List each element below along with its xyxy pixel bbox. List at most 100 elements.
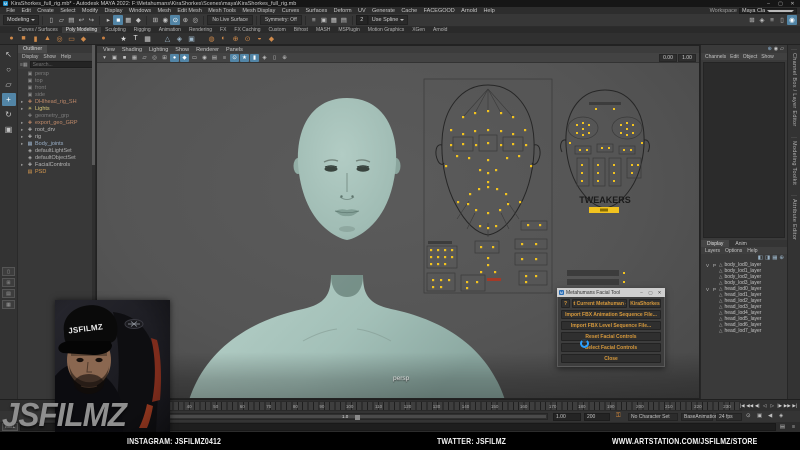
outliner-tab[interactable]: Outliner	[18, 45, 48, 53]
range-handle[interactable]	[355, 415, 360, 420]
sweep-mesh-icon[interactable]: ★	[118, 33, 129, 44]
set-current-metahuman-button[interactable]: Set Current Metahuman -->	[572, 299, 627, 308]
vp-shadows-icon[interactable]: ▤	[210, 54, 219, 62]
layer-menu-item[interactable]: Help	[747, 248, 757, 254]
select-facial-controls-button[interactable]: Select Facial Controls	[561, 343, 661, 352]
open-scene-icon[interactable]: ▱	[56, 15, 66, 25]
outliner-item[interactable]: ◈ defaultObjectSet	[18, 154, 95, 161]
layer-new-icon[interactable]: ▦	[772, 255, 777, 261]
separate-icon[interactable]: ⊙	[242, 33, 253, 44]
maximize-button[interactable]: ▢	[776, 1, 785, 7]
snap-curve-icon[interactable]: ◉	[160, 15, 170, 25]
step-fwd-key-button[interactable]: |▶	[777, 401, 784, 411]
character-set-dropdown[interactable]: No Character Set	[628, 412, 678, 421]
layer-visibility-toggle[interactable]: V	[705, 263, 710, 268]
render-view-icon[interactable]: ▣	[319, 15, 329, 25]
dialog-close-icon[interactable]: ✕	[656, 290, 663, 296]
svg-tool-icon[interactable]: ▦	[142, 33, 153, 44]
outliner-item[interactable]: ✚ geometry_grp	[18, 112, 95, 119]
expand-icon[interactable]: ▸	[21, 141, 25, 147]
select-component-icon[interactable]: ▦	[123, 15, 133, 25]
menu-item[interactable]: Curves	[279, 8, 303, 14]
add-attribute-icon[interactable]: ⊕	[768, 46, 772, 52]
vp-shaded-icon[interactable]: ◆	[180, 53, 189, 62]
vp-field-chart-icon[interactable]: ◎	[150, 54, 159, 62]
dialog-minimize-button[interactable]: –	[638, 290, 645, 295]
snap-plane-icon[interactable]: ⊕	[180, 15, 190, 25]
vp-wireframe-icon[interactable]: ●	[170, 53, 179, 62]
vp-textured-icon[interactable]: ▭	[190, 54, 199, 62]
layer-row[interactable]: △ head_lod7_layer	[701, 328, 787, 334]
outliner-sets-icon[interactable]: ▦	[23, 62, 28, 68]
layer-add-icon[interactable]: ⊕	[779, 255, 784, 261]
facial-gui-board[interactable]	[423, 73, 555, 295]
set-key-icon[interactable]: ⚿	[616, 413, 621, 420]
close-dialog-button[interactable]: Close	[561, 354, 661, 363]
vp-multisample-icon[interactable]: ★	[240, 53, 249, 62]
construction-history-icon[interactable]: ≡	[309, 15, 319, 25]
outliner-item[interactable]: ▸ ✚ FacialControls	[18, 161, 95, 168]
spline-dropdown[interactable]: Use Spline	[367, 15, 409, 25]
close-button[interactable]: ✕	[788, 1, 797, 7]
image-plane-icon[interactable]: ◈	[174, 33, 185, 44]
reset-facial-controls-button[interactable]: Reset Facial Controls	[561, 332, 661, 341]
outliner-item[interactable]: ▣ front	[18, 84, 95, 91]
make-live-icon[interactable]: ◎	[190, 15, 200, 25]
import-fbx-level-button[interactable]: Import FBX Level Sequence File...	[561, 321, 661, 330]
panel-layout-icon[interactable]: ▯	[777, 15, 787, 25]
outliner-item[interactable]: ◈ defaultLightSet	[18, 147, 95, 154]
gpu-cache-icon[interactable]: ▣	[186, 33, 197, 44]
menu-item[interactable]: Deform	[330, 8, 354, 14]
outliner-item[interactable]: ▣ top	[18, 77, 95, 84]
fps-dropdown[interactable]: 24 fps	[716, 412, 742, 421]
select-tool-icon[interactable]: ↖	[2, 48, 16, 61]
new-scene-icon[interactable]: ▯	[46, 15, 56, 25]
layer-playback-toggle[interactable]: P	[712, 287, 717, 292]
expand-icon[interactable]: ▸	[21, 162, 25, 168]
vp-screenspace-ao-icon[interactable]: ≡	[220, 54, 229, 62]
vp-safe-action-icon[interactable]: ⊞	[160, 54, 169, 62]
move-tool-icon[interactable]: +	[1, 93, 16, 106]
sidebar-vertical-tab[interactable]: Attribute Editor	[791, 194, 797, 240]
viewport-menu-item[interactable]: Renderer	[193, 47, 222, 53]
outliner-search-input[interactable]	[29, 61, 93, 68]
menu-item[interactable]: Generate	[369, 8, 398, 14]
poly-plane-icon[interactable]: ▭	[66, 33, 77, 44]
playback-options-icon[interactable]: ▣	[757, 413, 762, 419]
menu-item[interactable]: Display	[101, 8, 125, 14]
boolean-difference-icon[interactable]: ◐	[218, 33, 229, 44]
dialog-titlebar[interactable]: M Metahumans Facial Tool – ▢ ✕	[557, 288, 665, 297]
paint-select-tool-icon[interactable]: ▱	[2, 78, 16, 91]
go-to-end-button[interactable]: ▶|	[792, 401, 799, 411]
snap-grid-icon[interactable]: ⊞	[150, 15, 160, 25]
poly-cylinder-icon[interactable]: ▮	[30, 33, 41, 44]
sidebar-vertical-tab[interactable]: Modeling Toolkit	[791, 136, 797, 185]
command-history-icon[interactable]: ≡	[789, 424, 798, 430]
symmetry-dropdown[interactable]: Symmetry: Off	[259, 15, 302, 25]
modeling-toolkit-toggle-icon[interactable]: ⊞	[747, 15, 757, 25]
ipr-render-icon[interactable]: ▤	[339, 15, 349, 25]
gap[interactable]	[90, 33, 97, 44]
menu-item[interactable]: Edit Mesh	[174, 8, 205, 14]
menu-item[interactable]: File	[3, 8, 18, 14]
outliner-item[interactable]: ▸ ✚ DHIhead_rig_SH	[18, 98, 95, 105]
render-current-frame-icon[interactable]: ▦	[329, 15, 339, 25]
layer-editor-tab[interactable]: Anim	[729, 240, 752, 247]
menu-item[interactable]: Help	[480, 8, 498, 14]
metahuman-name-button[interactable]: KiraShorkes	[629, 299, 661, 308]
outliner-toggle-icon[interactable]: ≡	[767, 15, 777, 25]
layer-selected-icon[interactable]: ◨	[765, 255, 770, 261]
expand-icon[interactable]: ▸	[21, 106, 25, 112]
layout-split-icon[interactable]: ▤	[2, 289, 15, 298]
viewport-menu-item[interactable]: View	[100, 47, 118, 53]
poly-cube-icon[interactable]: ■	[18, 33, 29, 44]
tweakers-board[interactable]: TWEAKERS	[545, 84, 665, 234]
step-fwd-frame-button[interactable]: ▶▶	[784, 401, 791, 411]
tool-settings-toggle-icon[interactable]: ◉	[787, 15, 797, 25]
vp-film-gate-icon[interactable]: ■	[120, 54, 129, 62]
gamma-field[interactable]: 1.00	[678, 53, 696, 62]
sidebar-vertical-tab[interactable]: Channel Box / Layer Editor	[791, 49, 797, 127]
minimize-button[interactable]: –	[764, 1, 773, 7]
viewport-menu-item[interactable]: Shading	[119, 47, 145, 53]
hypershade-toggle-icon[interactable]: ◈	[757, 15, 767, 25]
